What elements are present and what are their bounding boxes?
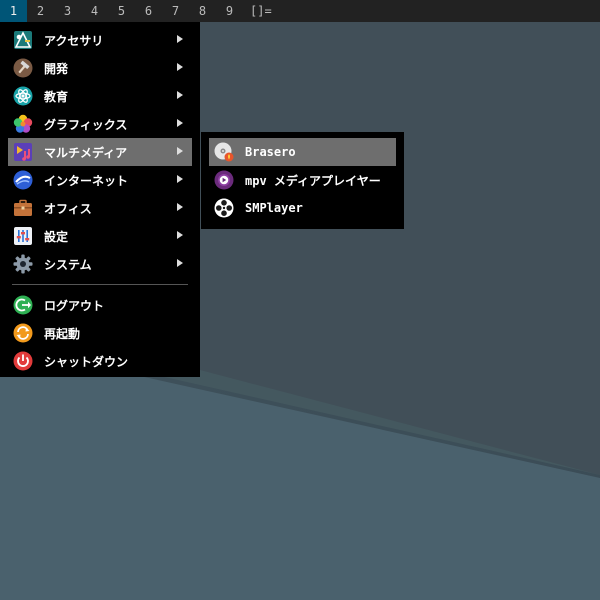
submenu-arrow-icon [177,231,183,239]
submenu-item-label: mpv メディアプレイヤー [245,173,381,188]
menu-item-label: グラフィックス [44,117,128,132]
menu-separator [12,284,188,285]
workspace-8[interactable]: 8 [189,0,216,22]
power-icon [12,351,33,372]
menu-item-graphics[interactable]: グラフィックス [8,110,192,138]
system-gear-icon [12,254,33,275]
menu-item-system[interactable]: システム [8,250,192,278]
accessories-icon [12,30,33,51]
menu-item-label: オフィス [44,201,92,216]
menu-item-label: システム [44,257,92,272]
application-menu: アクセサリ 開発 教育 グラフィックス マルチメディア インターネット オフィス… [0,22,200,377]
workspace-2[interactable]: 2 [27,0,54,22]
menu-item-shutdown[interactable]: シャットダウン [8,347,192,375]
settings-sliders-icon [12,226,33,247]
menu-item-label: アクセサリ [44,33,104,48]
submenu-item-label: SMPlayer [245,201,303,215]
submenu-item-mpv[interactable]: mpv メディアプレイヤー [209,166,396,194]
menu-item-education[interactable]: 教育 [8,82,192,110]
workspace-5[interactable]: 5 [108,0,135,22]
menu-item-label: 開発 [44,61,69,76]
menu-item-accessories[interactable]: アクセサリ [8,26,192,54]
submenu-item-brasero[interactable]: Brasero [209,138,396,166]
office-briefcase-icon [12,198,33,219]
internet-globe-icon [12,170,33,191]
submenu-arrow-icon [177,35,183,43]
submenu-arrow-icon [177,91,183,99]
submenu-item-label: Brasero [245,145,296,159]
menu-item-label: 再起動 [44,326,81,341]
smplayer-reel-icon [213,198,234,219]
menu-item-logout[interactable]: ログアウト [8,291,192,319]
submenu-arrow-icon [177,63,183,71]
submenu-arrow-icon [177,259,183,267]
submenu-arrow-icon [177,119,183,127]
logout-icon [12,295,33,316]
menu-item-multimedia[interactable]: マルチメディア [8,138,192,166]
workspace-7[interactable]: 7 [162,0,189,22]
menu-item-development[interactable]: 開発 [8,54,192,82]
menu-item-label: マルチメディア [44,145,128,160]
workspace-6[interactable]: 6 [135,0,162,22]
top-bar: 1 2 3 4 5 6 7 8 9 []= [0,0,600,22]
workspace-3[interactable]: 3 [54,0,81,22]
brasero-disc-icon [213,142,234,163]
education-atom-icon [12,86,33,107]
development-hammer-icon [12,58,33,79]
multimedia-submenu: Brasero mpv メディアプレイヤー SMPlayer [201,132,404,229]
submenu-arrow-icon [177,147,183,155]
menu-item-office[interactable]: オフィス [8,194,192,222]
submenu-arrow-icon [177,203,183,211]
menu-item-label: 設定 [44,229,69,244]
multimedia-icon [12,142,33,163]
graphics-flower-icon [12,114,33,135]
menu-item-label: インターネット [44,173,129,188]
workspace-4[interactable]: 4 [81,0,108,22]
mpv-icon [213,170,234,191]
restart-icon [12,323,33,344]
workspace-9[interactable]: 9 [216,0,243,22]
submenu-item-smplayer[interactable]: SMPlayer [209,194,396,222]
layout-symbol[interactable]: []= [250,0,272,22]
workspace-1[interactable]: 1 [0,0,27,22]
menu-item-internet[interactable]: インターネット [8,166,192,194]
submenu-arrow-icon [177,175,183,183]
menu-item-restart[interactable]: 再起動 [8,319,192,347]
menu-item-settings[interactable]: 設定 [8,222,192,250]
menu-item-label: シャットダウン [44,354,129,369]
menu-item-label: ログアウト [44,298,105,313]
menu-item-label: 教育 [44,89,69,104]
